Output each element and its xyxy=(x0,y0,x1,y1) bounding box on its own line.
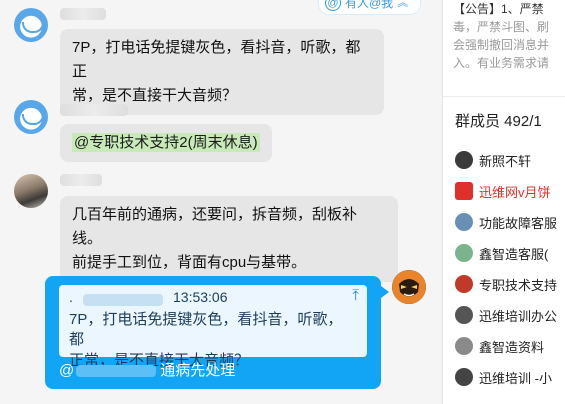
jump-to-original-icon[interactable]: ⤒ xyxy=(352,287,359,304)
member-avatar xyxy=(455,275,473,293)
message-bubble: 7P，打电话免提键灰色，看抖音，听歌，都正 常，是不直接干大音频？ xyxy=(60,29,384,115)
member-item[interactable]: 迅维网v月饼 xyxy=(455,181,551,201)
member-item[interactable]: 功能故障客服 xyxy=(455,212,557,232)
notice-line: 入。有业务需求请 xyxy=(453,56,550,70)
member-item[interactable]: 迅维培训办公 xyxy=(455,305,557,325)
group-info-panel: 【公告】1、严禁 毒，严禁斗图、刷 会强制撤回消息并 入。有业务需求请 群成员 … xyxy=(443,0,565,404)
sender-name-blurred xyxy=(60,8,106,20)
member-avatar xyxy=(455,213,473,231)
quote-line: 7P，打电话免提键灰色，看抖音，听歌，都 xyxy=(69,311,343,348)
member-name: 新照不轩 xyxy=(479,153,532,169)
quoted-message[interactable]: . 13:53:06 ⤒ 7P，打电话免提键灰色，看抖音，听歌，都 正常，是不直… xyxy=(59,285,367,369)
quote-time: 13:53:06 xyxy=(173,289,228,305)
self-message-bubble: . 13:53:06 ⤒ 7P，打电话免提键灰色，看抖音，听歌，都 正常，是不直… xyxy=(45,276,381,389)
member-avatar xyxy=(455,337,473,355)
reply-text: 通病先处理 xyxy=(160,362,236,379)
avatar[interactable] xyxy=(14,100,48,134)
message-line: 前提手工到位，背面有cpu与基带。 xyxy=(72,254,307,271)
member-avatar xyxy=(455,151,473,169)
self-avatar[interactable] xyxy=(392,270,426,304)
reply-at: @ xyxy=(59,362,75,379)
member-avatar xyxy=(455,244,473,262)
group-notice[interactable]: 【公告】1、严禁 毒，严禁斗图、刷 会强制撤回消息并 入。有业务需求请 xyxy=(453,0,565,72)
chevron-up-icon: ︽ xyxy=(397,0,409,9)
at-me-indicator[interactable]: @ 有人@我 ︽ xyxy=(318,0,422,15)
member-name: 迅维培训 -小 xyxy=(479,370,552,386)
message-line: 7P，打电话免提键灰色，看抖音，听歌，都正 xyxy=(72,39,361,80)
member-item[interactable]: 迅维培训 -小 xyxy=(455,367,552,387)
member-name: 迅维培训办公 xyxy=(479,308,558,324)
bubble-tail xyxy=(381,286,389,298)
at-icon: @ xyxy=(325,0,341,11)
member-name: 功能故障客服 xyxy=(479,215,558,231)
member-item[interactable]: 鑫智造资料 xyxy=(455,336,544,356)
reply-line: @ 通病先处理 xyxy=(59,360,235,382)
message-bubble: @专职技术支持2(周末休息) xyxy=(60,124,272,162)
self-avatar-image xyxy=(392,270,426,304)
member-avatar xyxy=(455,182,473,200)
members-title: 群成员 492/1 xyxy=(455,113,542,130)
at-me-label: 有人@我 xyxy=(345,0,394,10)
notice-line: 会强制撤回消息并 xyxy=(453,38,550,52)
member-name: 迅维网v月饼 xyxy=(479,184,551,200)
reply-mention-blurred xyxy=(76,365,157,377)
message-line: 几百年前的通病，还要问，拆音频，刮板补线。 xyxy=(72,206,358,247)
avatar[interactable] xyxy=(14,8,48,42)
panel-separator xyxy=(443,96,565,97)
mention-tag[interactable]: @专职技术支持2(周末休息) xyxy=(72,133,260,152)
message-bubble: 几百年前的通病，还要问，拆音频，刮板补线。 前提手工到位，背面有cpu与基带。 xyxy=(60,196,398,282)
notice-line: 【公告】1、严禁 xyxy=(453,2,544,16)
sender-name-blurred xyxy=(60,174,102,186)
quote-header: . 13:53:06 ⤒ xyxy=(69,287,359,306)
member-name: 鑫智造资料 xyxy=(479,339,545,355)
chat-area: @ 有人@我 ︽ 7P，打电话免提键灰色，看抖音，听歌，都正 常，是不直接干大音… xyxy=(0,0,442,404)
member-avatar xyxy=(455,368,473,386)
member-item[interactable]: 鑫智造客服( xyxy=(455,243,548,263)
member-avatar xyxy=(455,306,473,324)
sender-name-blurred xyxy=(60,104,128,116)
member-name: 鑫智造客服( xyxy=(479,246,549,262)
member-item[interactable]: 新照不轩 xyxy=(455,150,531,170)
notice-line: 毒，严禁斗图、刷 xyxy=(453,20,550,34)
member-name: 专职技术支持 xyxy=(479,277,558,293)
quote-sender-blurred xyxy=(83,294,163,306)
member-item[interactable]: 专职技术支持 xyxy=(455,274,557,294)
avatar[interactable] xyxy=(14,174,48,208)
